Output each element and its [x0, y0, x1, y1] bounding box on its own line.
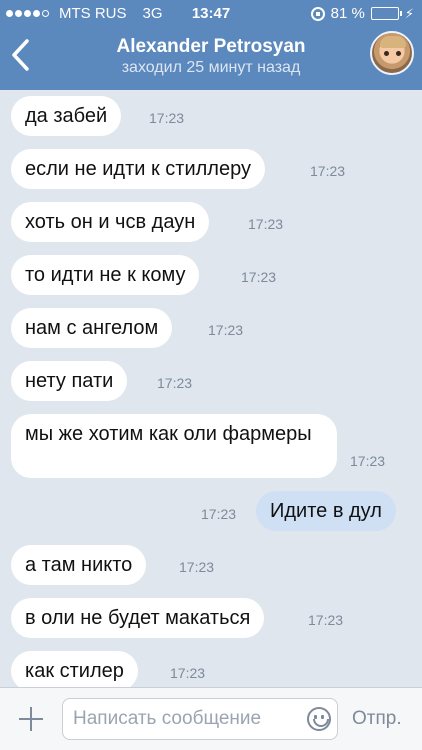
message-time: 17:23: [310, 163, 346, 179]
message-bubble[interactable]: мы же хотим как оли фармеры: [11, 414, 337, 478]
message-time: 17:23: [149, 110, 185, 126]
message-time: 17:23: [157, 375, 193, 391]
charging-bolt-icon: ⚡: [404, 5, 414, 21]
status-bar: MTS RUS 3G 13:47 81 % ⚡: [0, 0, 422, 26]
message-bubble[interactable]: нам с ангелом: [11, 308, 173, 348]
send-button[interactable]: Отпр.: [352, 708, 402, 730]
rotation-lock-icon: [310, 6, 325, 21]
chat-header: MTS RUS 3G 13:47 81 % ⚡ Alexander Petros…: [0, 0, 422, 90]
battery-icon: [370, 7, 402, 20]
message-field[interactable]: [62, 698, 338, 740]
battery-percent: 81 %: [330, 5, 365, 22]
smiley-icon[interactable]: [307, 707, 331, 731]
message-time: 17:23: [170, 665, 206, 681]
message-bubble[interactable]: то идти не к кому: [11, 255, 200, 295]
message-time: 17:23: [248, 216, 284, 232]
message-list[interactable]: да забей 17:23 если не идти к стиллеру 1…: [0, 90, 422, 691]
message-time: 17:23: [208, 322, 244, 338]
message-bubble[interactable]: а там никто: [11, 545, 147, 585]
message-bubble[interactable]: как стилер: [11, 651, 138, 691]
plus-icon[interactable]: [14, 702, 48, 736]
message-bubble[interactable]: если не идти к стиллеру: [11, 149, 265, 189]
message-time: 17:23: [308, 612, 344, 628]
last-seen-status: заходил 25 минут назад: [121, 59, 301, 76]
compose-bar: Отпр.: [0, 687, 422, 750]
message-time: 17:23: [201, 506, 237, 522]
message-bubble[interactable]: хоть он и чсв даун: [11, 202, 210, 242]
avatar[interactable]: [370, 31, 414, 75]
message-input[interactable]: [73, 699, 299, 739]
message-bubble[interactable]: нету пати: [11, 361, 128, 401]
message-time: 17:23: [241, 269, 277, 285]
contact-name[interactable]: Alexander Petrosyan: [0, 36, 422, 58]
message-bubble[interactable]: в оли не будет макаться: [11, 598, 265, 638]
status-right: 81 % ⚡: [310, 5, 414, 22]
message-time: 17:23: [350, 453, 386, 469]
message-bubble[interactable]: да забей: [11, 96, 122, 136]
message-time: 17:23: [179, 559, 215, 575]
message-bubble-outgoing[interactable]: Идите в дул: [256, 491, 396, 531]
